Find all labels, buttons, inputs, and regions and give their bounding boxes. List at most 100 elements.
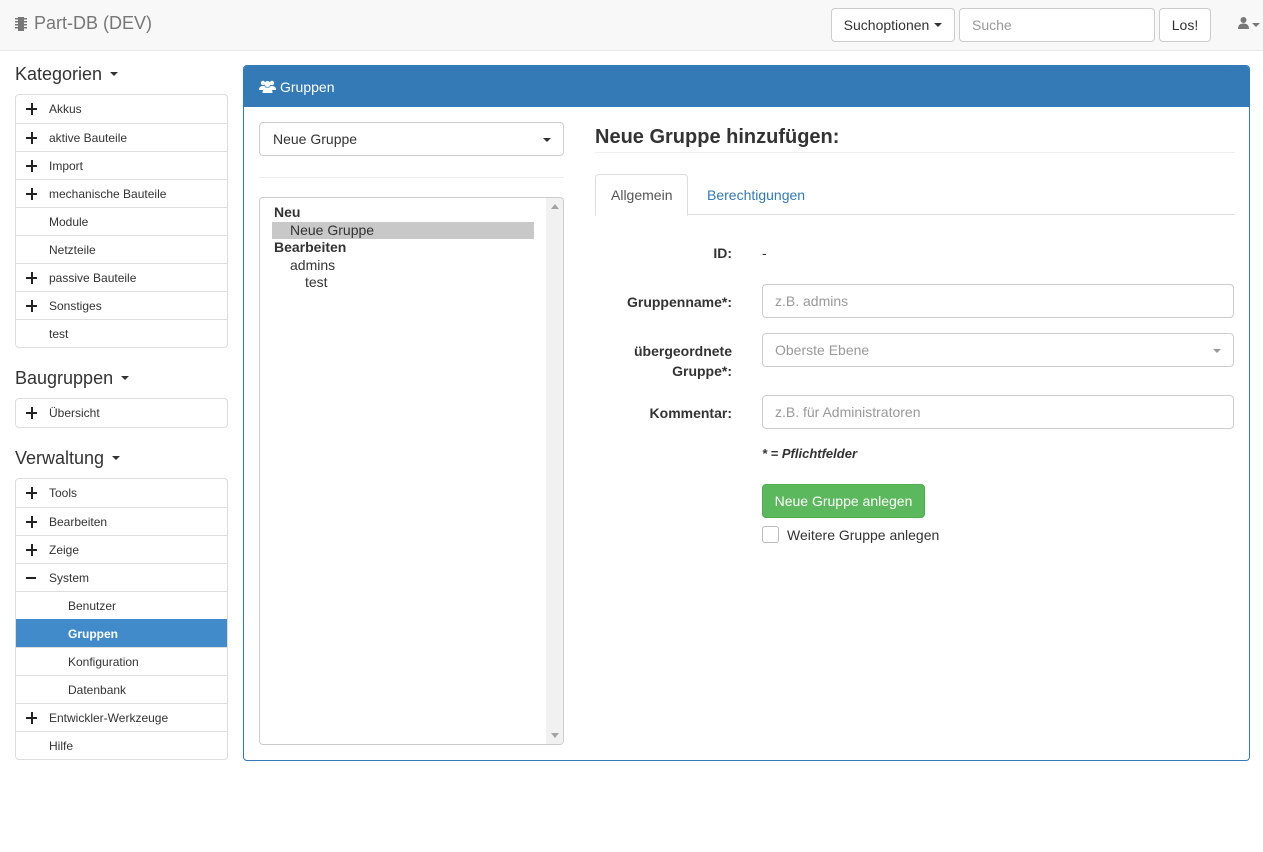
user-menu[interactable] (1238, 16, 1263, 34)
group-name-label: Gruppenname*: (626, 294, 732, 310)
sidebar-item-mechanische-bauteile[interactable]: mechanische Bauteile (16, 179, 227, 207)
sidebar-item-zeige[interactable]: Zeige (16, 535, 227, 563)
admin-list: Tools Bearbeiten Zeige System Benutzer Gruppe… (15, 478, 228, 760)
brand-label: Part-DB (DEV) (34, 13, 153, 33)
caret-down-icon (112, 456, 121, 460)
admin-heading-label: Verwaltung (15, 447, 105, 468)
assemblies-list: Übersicht (15, 398, 228, 428)
sidebar-item-label: Entwickler-Werkzeuge (49, 710, 169, 725)
sidebar-item-label: Gruppen (68, 626, 118, 641)
caret-down-icon (934, 23, 943, 27)
sidebar-item-tools[interactable]: Tools (16, 479, 227, 507)
tree-item-new-group[interactable]: Neue Gruppe (272, 222, 534, 239)
create-another-checkbox[interactable] (762, 526, 779, 543)
sidebar-item-label: Datenbank (68, 682, 127, 697)
comment-input[interactable] (762, 395, 1234, 429)
sidebar-item-label: Hilfe (49, 738, 74, 753)
tree-item-test[interactable]: test (305, 274, 328, 291)
sidebar-item-module[interactable]: Module (16, 207, 227, 235)
comment-label: Kommentar: (649, 405, 732, 421)
expand-plus-icon[interactable] (26, 711, 38, 724)
sidebar-item-label: Akkus (49, 102, 82, 116)
sidebar-item-sonstiges[interactable]: Sonstiges (16, 291, 227, 319)
sidebar-item-gruppen[interactable]: Gruppen (16, 619, 227, 647)
assemblies-heading-label: Baugruppen (15, 367, 114, 388)
sidebar: Kategorien Akkus aktive Bauteile Import mec… (15, 60, 228, 760)
categories-heading[interactable]: Kategorien (15, 60, 228, 88)
expand-plus-icon[interactable] (26, 407, 38, 419)
create-another-label[interactable]: Weitere Gruppe anlegen (787, 527, 939, 543)
sidebar-item-label: Benutzer (68, 598, 117, 613)
assemblies-heading[interactable]: Baugruppen (15, 364, 228, 392)
divider (595, 152, 1235, 153)
parent-group-label-line1: übergeordnete (633, 343, 732, 359)
sidebar-item-passive-bauteile[interactable]: passive Bauteile (16, 263, 227, 291)
expand-plus-icon[interactable] (26, 187, 38, 200)
brand[interactable]: Part-DB (DEV) (15, 13, 152, 34)
form-tabs: Allgemein Berechtigungen (595, 174, 1235, 216)
expand-plus-icon[interactable] (26, 543, 38, 556)
group-tree-listbox[interactable]: Neu Neue Gruppe Bearbeiten admins test (259, 197, 564, 745)
sidebar-item-label: Tools (49, 486, 78, 500)
tab-permissions[interactable]: Berechtigungen (692, 174, 820, 216)
sidebar-item-benutzer[interactable]: Benutzer (16, 591, 227, 619)
sidebar-item-bearbeiten[interactable]: Bearbeiten (16, 507, 227, 535)
sidebar-item-label: mechanische Bauteile (49, 186, 167, 201)
parent-group-select[interactable]: Oberste Ebene (762, 333, 1234, 367)
sidebar-item-import[interactable]: Import (16, 151, 227, 179)
search-go-button[interactable]: Los! (1159, 8, 1211, 42)
sidebar-item-test[interactable]: test (16, 319, 227, 347)
tree-scrollbar[interactable] (546, 198, 563, 744)
sidebar-item-uebersicht[interactable]: Übersicht (16, 399, 227, 427)
caret-down-icon (1213, 349, 1221, 353)
expand-plus-icon[interactable] (26, 299, 38, 312)
divider (259, 177, 564, 178)
expand-plus-icon[interactable] (26, 131, 38, 144)
search-options-button[interactable]: Suchoptionen (831, 8, 955, 42)
sidebar-item-netzteile[interactable]: Netzteile (16, 235, 227, 263)
sidebar-item-label: test (49, 326, 69, 341)
admin-heading[interactable]: Verwaltung (15, 444, 228, 472)
tab-general[interactable]: Allgemein (595, 174, 689, 216)
collapse-minus-icon[interactable] (26, 572, 38, 584)
chip-icon (15, 16, 27, 32)
sidebar-item-system[interactable]: System (16, 563, 227, 591)
sidebar-item-akkus[interactable]: Akkus (16, 95, 227, 123)
expand-plus-icon[interactable] (26, 487, 38, 499)
group-select[interactable]: Neue Gruppe (259, 122, 564, 156)
tree-heading-new: Neu (274, 204, 301, 220)
expand-plus-icon[interactable] (26, 515, 38, 528)
sidebar-item-datenbank[interactable]: Datenbank (16, 675, 227, 703)
parent-group-label-line2: Gruppe*: (672, 363, 732, 379)
scroll-down-icon[interactable] (551, 733, 559, 738)
expand-plus-icon[interactable] (26, 103, 38, 115)
tree-item-admins[interactable]: admins (290, 257, 335, 274)
scroll-up-icon[interactable] (551, 204, 559, 209)
search-input[interactable] (959, 8, 1155, 42)
sidebar-item-label: System (49, 570, 90, 585)
sidebar-item-konfiguration[interactable]: Konfiguration (16, 647, 227, 675)
sidebar-item-hilfe[interactable]: Hilfe (16, 731, 227, 759)
panel-title: Gruppen (280, 78, 335, 95)
groups-panel: Gruppen Neue Gruppe Neu Neue Gruppe Bear… (243, 65, 1250, 761)
id-value: - (762, 245, 767, 261)
create-group-button[interactable]: Neue Gruppe anlegen (762, 484, 925, 518)
sidebar-item-entwickler-werkzeuge[interactable]: Entwickler-Werkzeuge (16, 703, 227, 731)
categories-list: Akkus aktive Bauteile Import mechanische Ba… (15, 94, 228, 348)
sidebar-item-aktive-bauteile[interactable]: aktive Bauteile (16, 123, 227, 151)
caret-down-icon (110, 72, 119, 76)
sidebar-item-label: aktive Bauteile (49, 130, 128, 145)
user-icon (1238, 16, 1249, 34)
search-options-label: Suchoptionen (843, 17, 930, 33)
sidebar-item-label: Sonstiges (49, 298, 102, 313)
group-select-value: Neue Gruppe (273, 131, 358, 147)
expand-plus-icon[interactable] (26, 271, 38, 284)
group-name-input[interactable] (762, 284, 1234, 318)
expand-plus-icon[interactable] (26, 159, 38, 172)
sidebar-item-label: Import (49, 158, 84, 173)
parent-group-label: übergeordnete Gruppe*: (595, 341, 732, 381)
users-icon (259, 80, 276, 93)
